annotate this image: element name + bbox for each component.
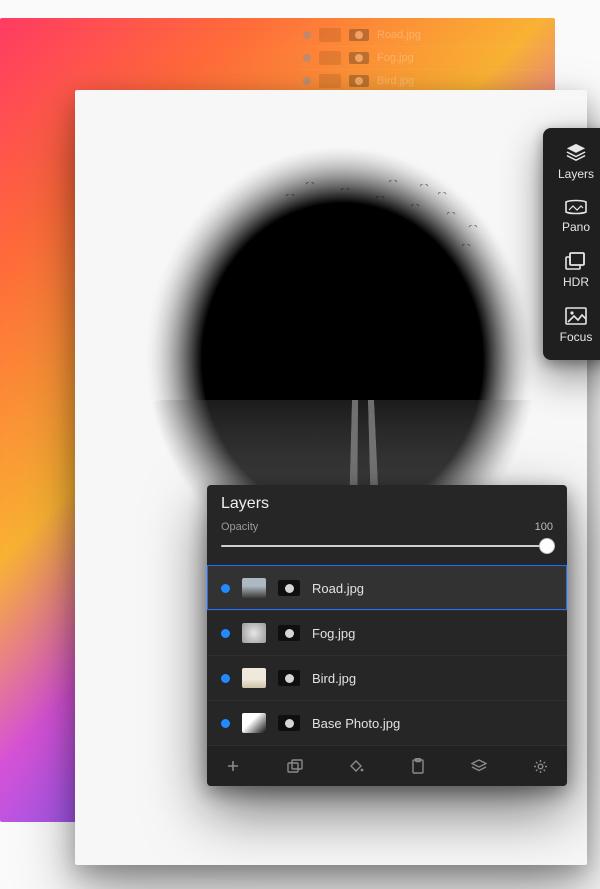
layer-row[interactable]: Base Photo.jpg [207,700,567,745]
settings-gear-button[interactable] [527,755,555,777]
toolbar-hdr-button[interactable]: HDR [543,252,600,289]
layer-row[interactable]: Road.jpg [207,565,567,610]
hdr-stack-icon [565,252,587,270]
layer-thumbnail [242,713,266,733]
layer-name: Road.jpg [312,581,364,596]
visibility-dot-icon[interactable] [221,674,230,683]
ghost-layer-name: Bird.jpg [377,75,414,87]
panorama-icon [564,199,588,215]
add-layer-button[interactable] [219,755,247,777]
layer-name: Bird.jpg [312,671,356,686]
focus-picture-icon [565,307,587,325]
layer-mask-icon[interactable] [278,715,300,731]
status-dot [303,77,311,85]
layer-thumbnail [319,51,341,65]
slider-thumb[interactable] [539,538,555,554]
visibility-dot-icon[interactable] [221,719,230,728]
layers-stack-icon [565,142,587,162]
layers-panel[interactable]: Layers Opacity 100 Road.jpg Fog.jpg Bird… [207,485,567,786]
toolbar-pano-label: Pano [562,220,590,234]
visibility-dot-icon[interactable] [221,584,230,593]
ghost-layer-name: Fog.jpg [377,52,414,64]
toolbar-focus-button[interactable]: Focus [543,307,600,344]
layer-mask-icon [349,52,369,64]
layer-name: Fog.jpg [312,626,355,641]
visibility-dot-icon[interactable] [221,629,230,638]
layer-mask-icon [349,75,369,87]
layer-thumbnail [319,28,341,42]
layer-row[interactable]: Bird.jpg [207,655,567,700]
layer-mask-icon [349,29,369,41]
layer-name: Base Photo.jpg [312,716,400,731]
layer-thumbnail [242,668,266,688]
toolbar-hdr-label: HDR [563,275,589,289]
ghost-layer-row: Road.jpg [297,24,547,47]
slider-track [221,545,553,547]
layer-row[interactable]: Fog.jpg [207,610,567,655]
layer-mask-icon[interactable] [278,670,300,686]
ghost-layer-name: Road.jpg [377,29,421,41]
layers-panel-footer [207,745,567,786]
artwork-birds-flock [275,170,495,290]
ghost-layer-row: Fog.jpg [297,47,547,70]
opacity-slider[interactable] [221,537,553,555]
feature-toolbar: Layers Pano HDR [543,128,600,360]
paint-bucket-button[interactable] [342,755,370,777]
ghost-layer-list: Road.jpg Fog.jpg Bird.jpg [289,18,555,101]
layer-thumbnail [319,74,341,88]
toolbar-layers-label: Layers [558,167,594,181]
opacity-value: 100 [535,521,553,533]
toolbar-pano-button[interactable]: Pano [543,199,600,234]
opacity-label: Opacity [221,521,258,533]
clipboard-button[interactable] [404,755,432,777]
layers-list: Road.jpg Fog.jpg Bird.jpg Base Photo.jpg [207,565,567,745]
status-dot [303,31,311,39]
layer-thumbnail [242,623,266,643]
layer-thumbnail [242,578,266,598]
toolbar-layers-button[interactable]: Layers [543,142,600,181]
duplicate-layer-button[interactable] [281,755,309,777]
layers-panel-title: Layers [207,485,567,517]
status-dot [303,54,311,62]
toolbar-focus-label: Focus [560,330,593,344]
layer-mask-icon[interactable] [278,625,300,641]
layer-mask-icon[interactable] [278,580,300,596]
opacity-row: Opacity 100 [207,517,567,535]
layers-stack-button[interactable] [465,755,493,777]
